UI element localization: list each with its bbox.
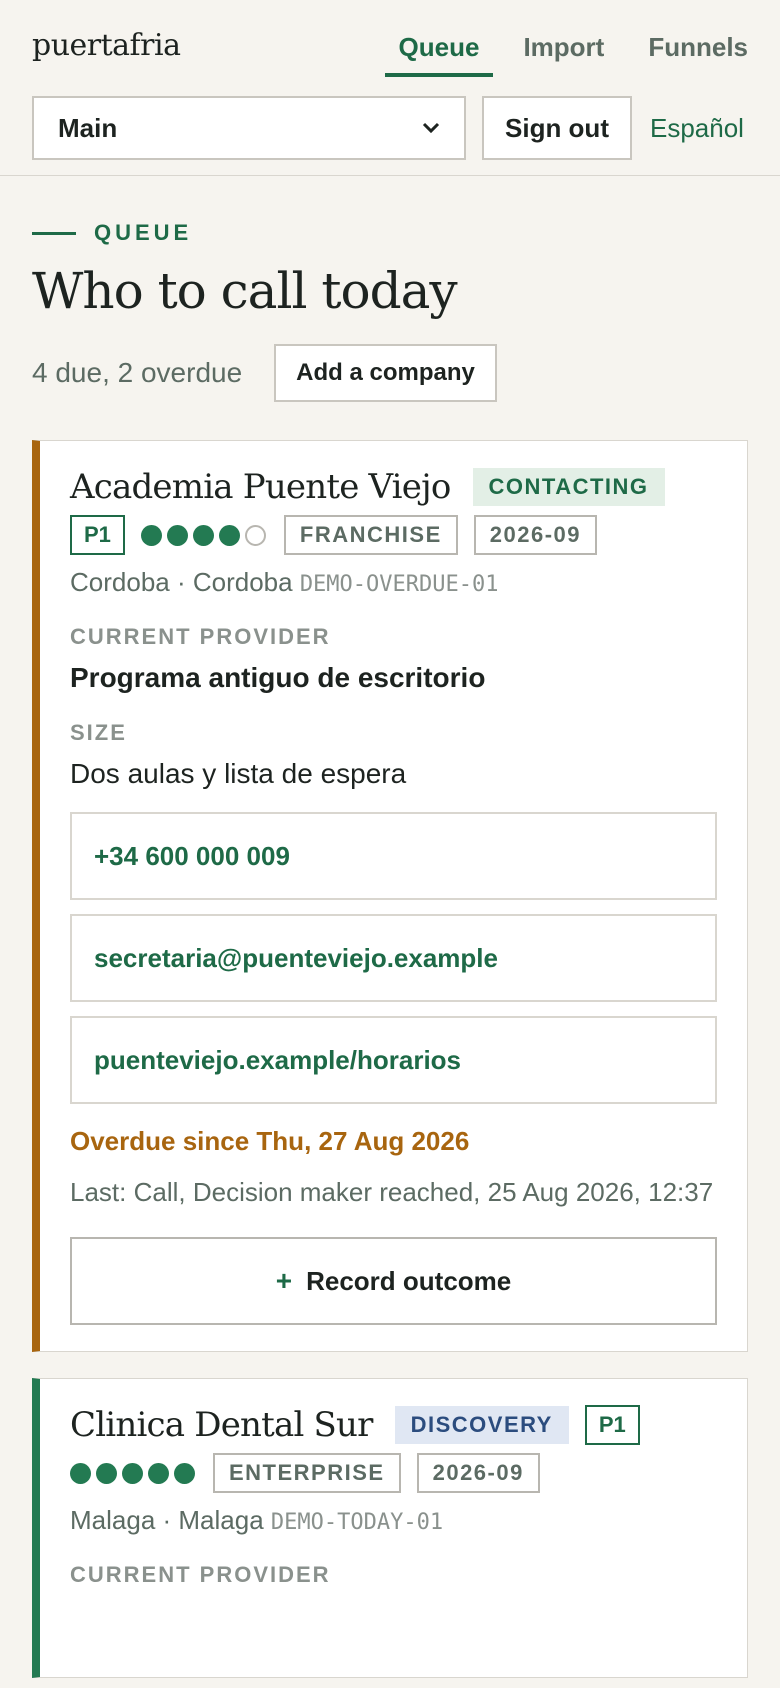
location-text: Malaga · Malaga (70, 1505, 264, 1535)
provider-label: CURRENT PROVIDER (70, 624, 331, 649)
sign-out-button[interactable]: Sign out (482, 96, 632, 160)
page-eyebrow: QUEUE (32, 220, 748, 246)
language-toggle-link[interactable]: Español (650, 113, 744, 144)
rating-dot-filled (70, 1462, 91, 1484)
company-name[interactable]: Academia Puente Viejo (70, 467, 451, 507)
rating-dots (70, 1462, 195, 1484)
rating-dot-filled (140, 524, 162, 546)
record-outcome-label: Record outcome (306, 1265, 512, 1296)
rating-dot-filled (192, 524, 214, 546)
card-title-row: Clinica Dental Sur DISCOVERY P1 (70, 1405, 717, 1445)
queue-summary: 4 due, 2 overdue (32, 357, 243, 388)
priority-badge: P1 (584, 1405, 640, 1445)
card-tags-row: ENTERPRISE 2026-09 (70, 1453, 717, 1493)
company-location: Cordoba · Cordoba DEMO-OVERDUE-01 (70, 567, 717, 598)
header-controls: Main Sign out Español (32, 96, 748, 160)
provider-value: Programa antiguo de escritorio (70, 662, 486, 693)
company-card: Clinica Dental Sur DISCOVERY P1 ENTERPRI… (32, 1378, 748, 1678)
nav-item-queue[interactable]: Queue (377, 32, 502, 77)
company-location: Malaga · Malaga DEMO-TODAY-01 (70, 1505, 717, 1536)
rating-dot-filled (96, 1462, 117, 1484)
plus-icon: + (275, 1265, 293, 1296)
rating-dot-filled (174, 1462, 195, 1484)
rating-dots (140, 524, 266, 546)
app-logo[interactable]: puertafria (32, 28, 181, 63)
phone-link[interactable]: +34 600 000 009 (70, 812, 717, 900)
period-tag: 2026-09 (473, 515, 598, 555)
provider-label: CURRENT PROVIDER (70, 1562, 331, 1587)
last-activity: Last: Call, Decision maker reached, 25 A… (70, 1177, 714, 1207)
company-code: DEMO-TODAY-01 (270, 1510, 444, 1535)
card-title-row: Academia Puente Viejo CONTACTING (70, 467, 717, 507)
pipeline-select-value: Main (58, 112, 118, 143)
size-value: Dos aulas y lista de espera (70, 758, 407, 789)
card-tags-row: P1 FRANCHISE 2026-09 (70, 515, 717, 555)
status-badge: DISCOVERY (394, 1406, 569, 1444)
period-tag: 2026-09 (416, 1453, 540, 1493)
email-link[interactable]: secretaria@puenteviejo.example (70, 914, 717, 1002)
eyebrow-label: QUEUE (94, 220, 193, 245)
eyebrow-rule (32, 231, 76, 235)
size-label: SIZE (70, 720, 127, 745)
priority-badge: P1 (70, 515, 125, 555)
nav-item-funnels[interactable]: Funnels (626, 32, 748, 77)
location-text: Cordoba · Cordoba (70, 567, 293, 597)
record-outcome-button[interactable]: + Record outcome (70, 1237, 717, 1325)
page-title: Who to call today (32, 262, 458, 320)
queue-summary-row: 4 due, 2 overdue Add a company (32, 344, 748, 402)
rating-dot-filled (166, 524, 188, 546)
website-link[interactable]: puenteviejo.example/horarios (70, 1016, 717, 1104)
main-nav: Queue Import Funnels (377, 32, 748, 77)
add-company-button[interactable]: Add a company (274, 344, 497, 402)
segment-tag: ENTERPRISE (213, 1453, 401, 1493)
rating-dot-empty (244, 524, 266, 546)
nav-item-import[interactable]: Import (501, 32, 626, 77)
due-status: Overdue since Thu, 27 Aug 2026 (70, 1126, 470, 1156)
rating-dot-filled (218, 524, 240, 546)
company-card: Academia Puente Viejo CONTACTING P1 FRAN… (32, 440, 748, 1352)
status-badge: CONTACTING (472, 468, 665, 506)
chevron-down-icon (422, 117, 440, 140)
company-name[interactable]: Clinica Dental Sur (70, 1405, 373, 1445)
pipeline-select[interactable]: Main (32, 96, 466, 160)
segment-tag: FRANCHISE (283, 515, 458, 555)
top-bar: puertafria Queue Import Funnels Main Sig… (0, 0, 780, 176)
main-content: QUEUE Who to call today 4 due, 2 overdue… (0, 220, 780, 1678)
rating-dot-filled (148, 1462, 169, 1484)
company-code: DEMO-OVERDUE-01 (299, 572, 499, 597)
rating-dot-filled (122, 1462, 143, 1484)
